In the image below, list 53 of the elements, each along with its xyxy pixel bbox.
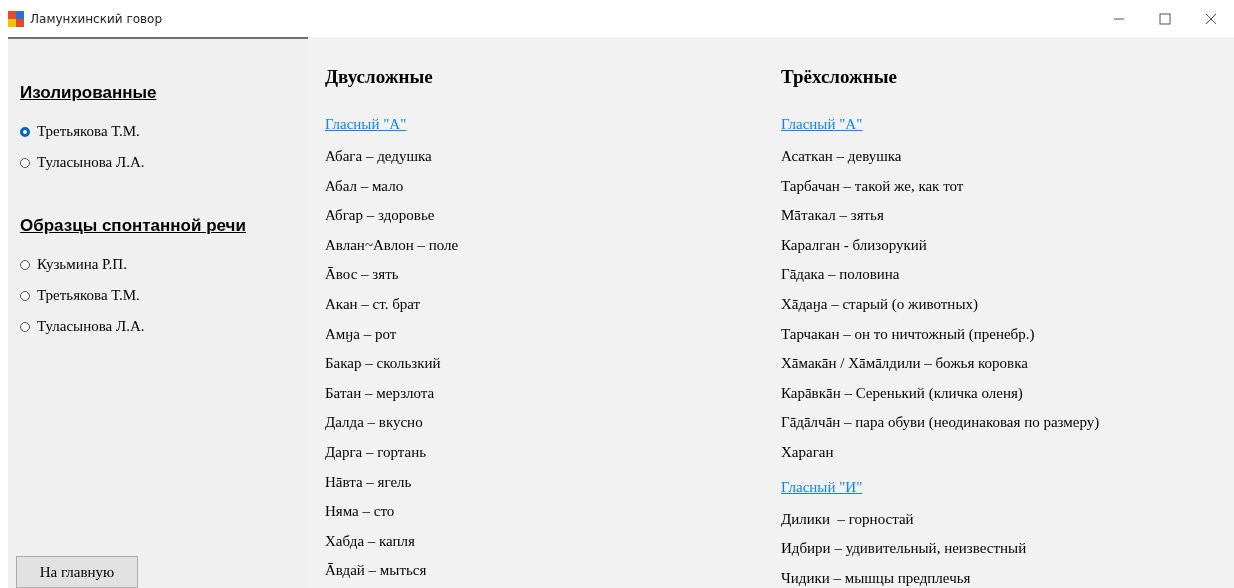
word-entry: Чидики – мышцы предплечья <box>781 568 971 588</box>
close-icon[interactable] <box>1205 12 1217 25</box>
word-entry: Дарга – гортань <box>325 442 427 462</box>
word-entry: Абага – дедушка <box>325 147 432 166</box>
word-entry: Каралган - близорукий <box>781 235 927 255</box>
word-entry: Дилики – горностай <box>781 509 914 529</box>
word-entry: Хāмакāн / Хāмāлдили – божья коровка <box>781 354 1028 374</box>
word-entry: Гāдāлчāн – пара обуви (неодинаковая по размеру) <box>781 413 1100 433</box>
word-entry: Хāдаӈа – старый (о животных) <box>781 294 978 314</box>
word-entry: Хараган <box>781 442 834 462</box>
word-entry: Карāвкāн – Серенький (кличка оленя) <box>781 383 1023 403</box>
radio-icon[interactable] <box>20 157 30 168</box>
maximize-icon[interactable] <box>1159 12 1171 25</box>
radio-label: Кузьмина Р.П. <box>37 256 127 273</box>
radio-option[interactable]: Туласынова Л.А. <box>20 147 145 178</box>
word-entry: Нāвта – ягель <box>325 472 412 492</box>
radio-option[interactable]: Кузьмина Р.П. <box>20 249 127 280</box>
column-heading: Двусложные <box>325 65 433 89</box>
word-entry: Идбири – удивительный, неизвестный <box>781 539 1027 559</box>
word-entry: Абал – мало <box>325 176 404 196</box>
word-entry: Āвдай – мыться <box>325 561 427 581</box>
home-button[interactable]: На главную <box>16 556 138 588</box>
radio-icon[interactable] <box>20 126 30 137</box>
word-entry: Мāтакал – зятья <box>781 206 884 226</box>
radio-option[interactable]: Третьякова Т.М. <box>20 116 140 147</box>
radio-label: Третьякова Т.М. <box>37 123 140 140</box>
word-entry: Амӈа – рот <box>325 324 397 344</box>
word-entry: Авлан~Авлон – поле <box>325 235 459 255</box>
radio-label: Туласынова Л.А. <box>37 318 145 335</box>
word-entry: Тарчакан – он то ничтожный (пренебр.) <box>781 324 1035 344</box>
radio-option[interactable]: Туласынова Л.А. <box>20 311 145 342</box>
word-entry: Абгар – здоровье <box>325 206 435 226</box>
word-entry: Далда – вкусно <box>325 413 423 433</box>
radio-label: Третьякова Т.М. <box>37 287 140 304</box>
word-entry: Гāдака – половина <box>781 265 900 285</box>
word-entry: Хабда – капля <box>325 531 415 551</box>
word-entry: Бакар – скользкий <box>325 354 441 374</box>
window-title: Ламунхинский говор <box>30 11 163 26</box>
group-heading: Изолированные <box>20 82 157 104</box>
radio-icon[interactable] <box>20 321 30 332</box>
group-heading: Образцы спонтанной речи <box>20 215 246 237</box>
word-entry: Āвос – зять <box>325 265 399 285</box>
radio-icon[interactable] <box>20 259 30 270</box>
word-entry: Батан – мерзлота <box>325 383 435 403</box>
app-icon <box>8 10 24 27</box>
word-entry: Тарбачан – такой же, как тот <box>781 176 964 196</box>
radio-icon[interactable] <box>20 290 30 301</box>
word-entry: Няма – сто <box>325 502 395 522</box>
word-entry: Асаткан – девушка <box>781 147 902 166</box>
word-entry: Акан – ст. брат <box>325 294 421 314</box>
radio-label: Туласынова Л.А. <box>37 154 145 171</box>
column-heading: Трёхсложные <box>781 65 897 89</box>
radio-option[interactable]: Третьякова Т.М. <box>20 280 140 311</box>
